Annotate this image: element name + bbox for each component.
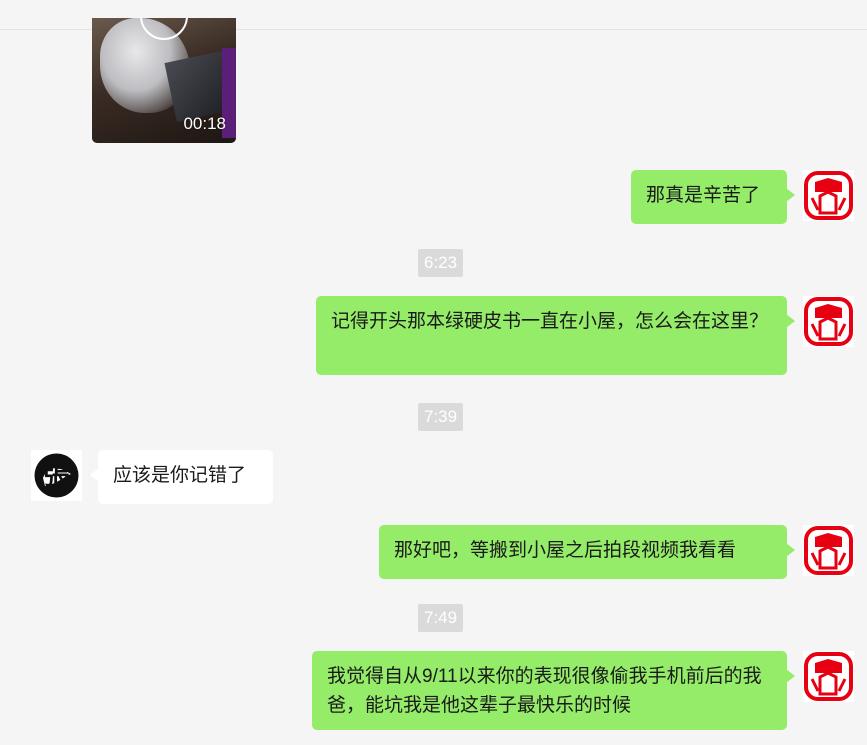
message-bubble-sent[interactable]: 那真是辛苦了 (631, 170, 795, 224)
my-avatar[interactable] (803, 170, 854, 221)
message-text: 记得开头那本绿硬皮书一直在小屋，怎么会在这里？ (331, 311, 769, 332)
message-text: 那好吧，等搬到小屋之后拍段视频我看看 (394, 540, 737, 561)
message-text: 应该是你记错了 (113, 465, 247, 486)
message-text: 那真是辛苦了 (646, 185, 761, 206)
red-seal-logo-icon (804, 297, 853, 346)
red-seal-logo-icon (804, 526, 853, 575)
timestamp-divider: 7:39 (418, 403, 464, 431)
my-avatar[interactable] (803, 651, 854, 702)
message-bubble-received[interactable]: 应该是你记错了 (90, 450, 273, 504)
message-bubble-sent[interactable]: 记得开头那本绿硬皮书一直在小屋，怎么会在这里？ (316, 296, 795, 375)
my-avatar[interactable] (803, 525, 854, 576)
contact-avatar[interactable]: 張 (31, 450, 82, 501)
timestamp-divider: 7:49 (418, 604, 464, 632)
message-text: 我觉得自从9/11以来你的表现很像偷我手机前后的我爸，能坑我是他这辈子最快乐的时… (327, 666, 762, 716)
calligraphy-character-icon: 張 (34, 453, 79, 498)
red-seal-logo-icon (804, 171, 853, 220)
video-message-thumbnail[interactable]: 00:18 (92, 18, 236, 143)
my-avatar[interactable] (803, 296, 854, 347)
message-bubble-sent[interactable]: 我觉得自从9/11以来你的表现很像偷我手机前后的我爸，能坑我是他这辈子最快乐的时… (312, 651, 795, 730)
red-seal-logo-icon (804, 652, 853, 701)
video-duration: 00:18 (183, 114, 226, 133)
timestamp-divider: 6:23 (418, 249, 464, 277)
svg-text:張: 張 (43, 461, 69, 491)
message-bubble-sent[interactable]: 那好吧，等搬到小屋之后拍段视频我看看 (379, 525, 795, 579)
